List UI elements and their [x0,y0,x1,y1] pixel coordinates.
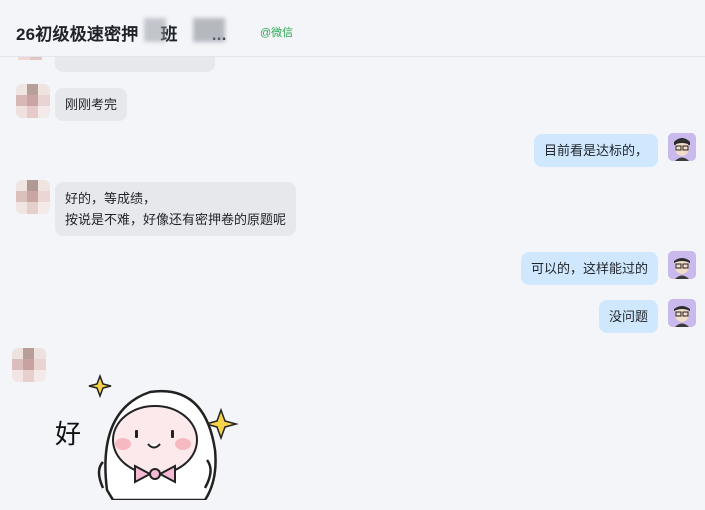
avatar-cartoon-icon [668,251,696,279]
cartoon-sticker-icon [88,373,239,502]
message-bubble-self: 目前看是达标的， [533,134,658,167]
message-bubble: 好的，等成绩， 按说是不难，好像还有密押卷的原题呢 [55,182,297,236]
message-text: 刚刚考完 [65,97,118,112]
contact-avatar[interactable] [12,348,46,382]
message-bubble-self: 没问题 [598,300,658,333]
chat-header: 26初级极速密押班... @微信 [0,0,705,57]
self-avatar[interactable] [668,133,696,161]
contact-avatar[interactable] [16,180,50,214]
message-text-line: 好的，等成绩， [65,191,157,206]
contact-avatar[interactable] [16,84,50,118]
message-text-line: 按说是不难，好像还有密押卷的原题呢 [65,212,287,227]
avatar-cartoon-icon [668,299,696,327]
avatar-cartoon-icon [668,133,696,161]
self-avatar[interactable] [668,251,696,279]
sticker-text: 好 [55,420,82,450]
chat-title-text: 26初级极速密押 [16,25,139,44]
title-redaction [144,18,166,42]
source-tag: @微信 [260,27,294,39]
self-avatar[interactable] [668,299,696,327]
title-redaction [193,18,225,42]
message-text: 可以的，这样能过的 [530,261,648,276]
message-bubble: 刚刚考完 [55,88,128,121]
sticker-message[interactable]: 好 [55,370,255,510]
message-text: 目前看是达标的， [543,143,648,158]
message-bubble-self: 可以的，这样能过的 [520,252,658,285]
chat-area: 刚刚考完 目前看是达标的， 好的，等成绩， 按说是不难，好像还有密押卷的原题呢 [0,0,705,502]
message-text: 没问题 [608,309,648,324]
